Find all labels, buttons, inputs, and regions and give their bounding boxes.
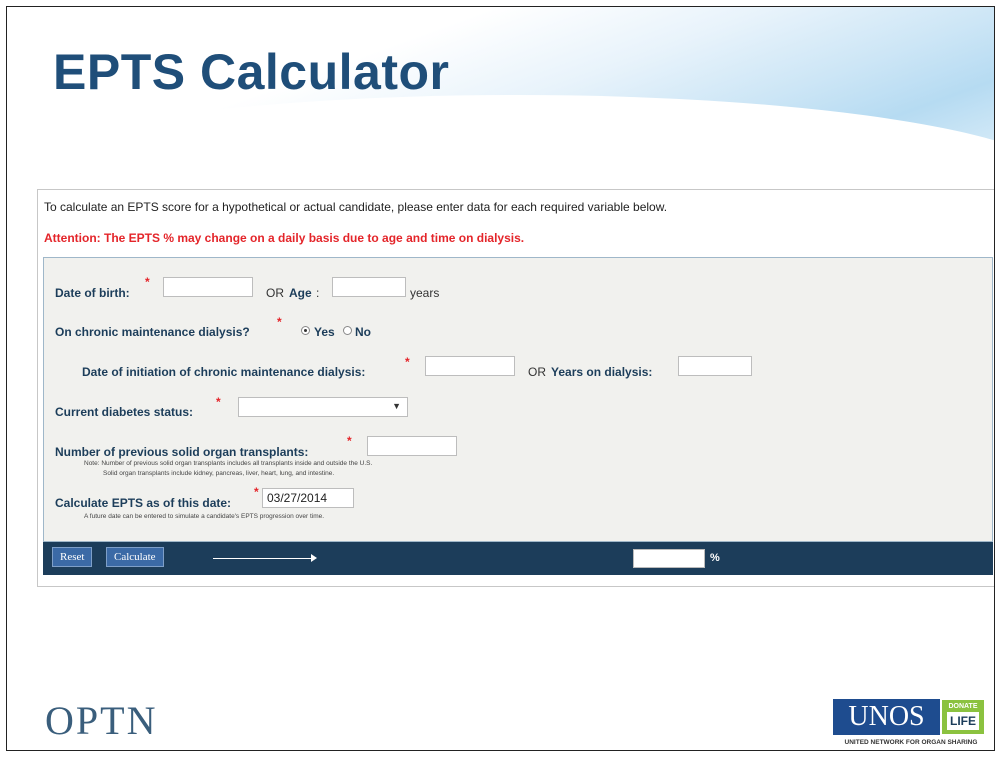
calculate-button[interactable]: Calculate	[106, 547, 164, 567]
yes-radio[interactable]	[301, 326, 310, 335]
epts-calculator: To calculate an EPTS score for a hypothe…	[37, 189, 994, 587]
diabetes-select[interactable]: ▼	[238, 397, 408, 417]
required-mark: *	[277, 315, 282, 329]
required-mark: *	[145, 275, 150, 289]
chevron-down-icon: ▼	[392, 401, 401, 411]
attention-text: Attention: The EPTS % may change on a da…	[44, 231, 525, 245]
slide-frame: EPTS Calculator To calculate an EPTS sco…	[6, 6, 995, 751]
arrow-head-icon	[311, 554, 317, 562]
age-field[interactable]	[332, 277, 406, 297]
calc-date-note: A future date can be entered to simulate…	[84, 513, 325, 520]
required-mark: *	[254, 485, 259, 499]
no-radio[interactable]	[343, 326, 352, 335]
yes-label: Yes	[314, 325, 335, 339]
unos-logo: UNOS DONATE LIFE UNITED NETWORK FOR ORGA…	[831, 699, 989, 746]
calc-date-field[interactable]: 03/27/2014	[262, 488, 354, 508]
required-mark: *	[405, 355, 410, 369]
calc-date-label: Calculate EPTS as of this date:	[55, 496, 232, 510]
no-label: No	[355, 325, 371, 339]
epts-result-field	[633, 549, 705, 568]
form-panel: Date of birth: * OR Age : years On chron…	[43, 257, 993, 542]
or-label: OR	[266, 286, 284, 300]
age-label: Age	[289, 286, 312, 300]
years-on-dialysis-field[interactable]	[678, 356, 752, 376]
donate-text: DONATE	[948, 703, 978, 710]
transplants-note-1: Note: Number of previous solid organ tra…	[84, 460, 373, 467]
dialysis-date-label: Date of initiation of chronic maintenanc…	[82, 365, 366, 379]
transplants-field[interactable]	[367, 436, 457, 456]
donate-life-logo: DONATE LIFE	[941, 699, 985, 735]
age-colon: :	[316, 286, 320, 300]
arrow-icon	[213, 558, 313, 559]
transplants-label: Number of previous solid organ transplan…	[55, 445, 309, 459]
or-label-2: OR	[528, 365, 546, 379]
slide-title: EPTS Calculator	[53, 44, 450, 100]
life-text: LIFE	[947, 712, 979, 730]
required-mark: *	[216, 395, 221, 409]
transplants-note-2: Solid organ transplants include kidney, …	[103, 470, 335, 477]
reset-button[interactable]: Reset	[52, 547, 93, 567]
unos-logo-text: UNOS	[833, 699, 940, 735]
dob-label: Date of birth:	[55, 286, 130, 300]
dialysis-date-field[interactable]	[425, 356, 515, 376]
intro-text: To calculate an EPTS score for a hypothe…	[44, 200, 668, 214]
unos-tagline: UNITED NETWORK FOR ORGAN SHARING	[844, 739, 978, 746]
years-label: years	[410, 286, 440, 300]
diabetes-label: Current diabetes status:	[55, 405, 194, 419]
dialysis-question: On chronic maintenance dialysis?	[55, 325, 250, 339]
percent-sign: %	[710, 552, 720, 564]
dob-field[interactable]	[163, 277, 253, 297]
optn-logo: OPTN	[45, 698, 158, 743]
required-mark: *	[347, 434, 352, 448]
action-bar: Reset Calculate %	[43, 542, 993, 575]
years-on-dialysis-label: Years on dialysis:	[551, 365, 653, 379]
